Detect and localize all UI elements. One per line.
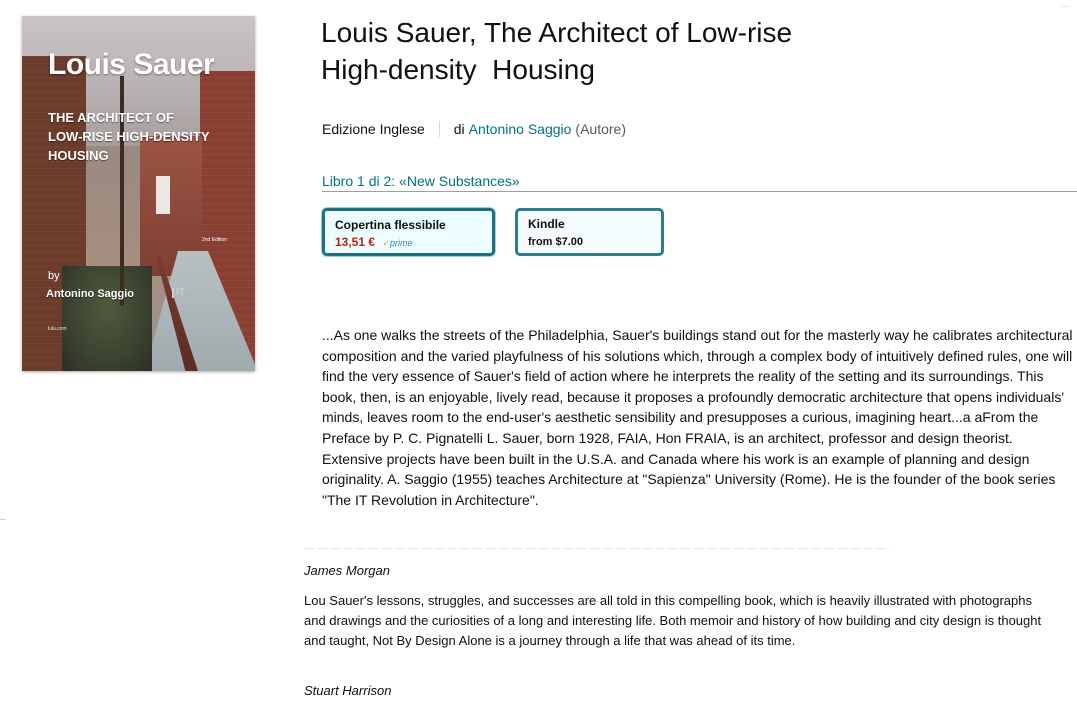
book-description: ...As one walks the streets of the Phila…	[322, 327, 1073, 508]
corner-mark	[1061, 6, 1069, 7]
byline-divider	[438, 121, 440, 137]
cover-edition: 2nd Edition	[202, 237, 228, 243]
byline: Edizione Inglese di Antonino Saggio (Aut…	[322, 120, 626, 138]
section-divider	[304, 548, 890, 549]
reviewer-name: James Morgan	[304, 563, 390, 578]
edition-format: Edizione Inglese	[322, 121, 425, 137]
by-prefix: di	[453, 121, 465, 137]
cover-footer: lulu.com	[48, 326, 67, 332]
series-link[interactable]: Libro 1 di 2: «New Substances»	[322, 173, 520, 189]
cover-by: by	[48, 270, 60, 282]
product-title: Louis Sauer, The Architect of Low-rise H…	[321, 17, 793, 85]
prime-check-icon: ✓	[382, 238, 391, 248]
format-price: from $7.00	[528, 236, 584, 248]
reviewer-name: Stuart Harrison	[304, 683, 392, 698]
cover-subtitle: THE ARCHITECT OF LOW-RISE HIGH-DENSITY H…	[48, 110, 210, 163]
author-link[interactable]: Antonino Saggio	[469, 120, 572, 138]
cover-author: Antonino Saggio	[46, 288, 134, 300]
format-swatch-kindle[interactable]: Kindle from $7.00	[515, 208, 664, 256]
author-role: (Autore)	[575, 121, 626, 137]
prime-badge: ✓prime	[382, 238, 413, 248]
cover-publisher-logo: IT	[172, 288, 185, 298]
format-swatch-paperback[interactable]: Copertina flessibile 13,51 € ✓prime	[322, 208, 495, 256]
series-divider	[322, 191, 1077, 192]
format-price: 13,51 €	[335, 235, 376, 249]
book-cover-image[interactable]: Louis Sauer THE ARCHITECT OF LOW-RISE HI…	[22, 16, 255, 371]
cover-hedge	[62, 266, 152, 371]
review-text: Lou Sauer's lessons, struggles, and succ…	[304, 593, 1042, 648]
format-label: Copertina flessibile	[335, 218, 446, 232]
edge-mark	[0, 519, 5, 520]
format-label: Kindle	[528, 217, 565, 231]
cover-window	[156, 176, 170, 214]
cover-title: Louis Sauer	[48, 48, 215, 81]
